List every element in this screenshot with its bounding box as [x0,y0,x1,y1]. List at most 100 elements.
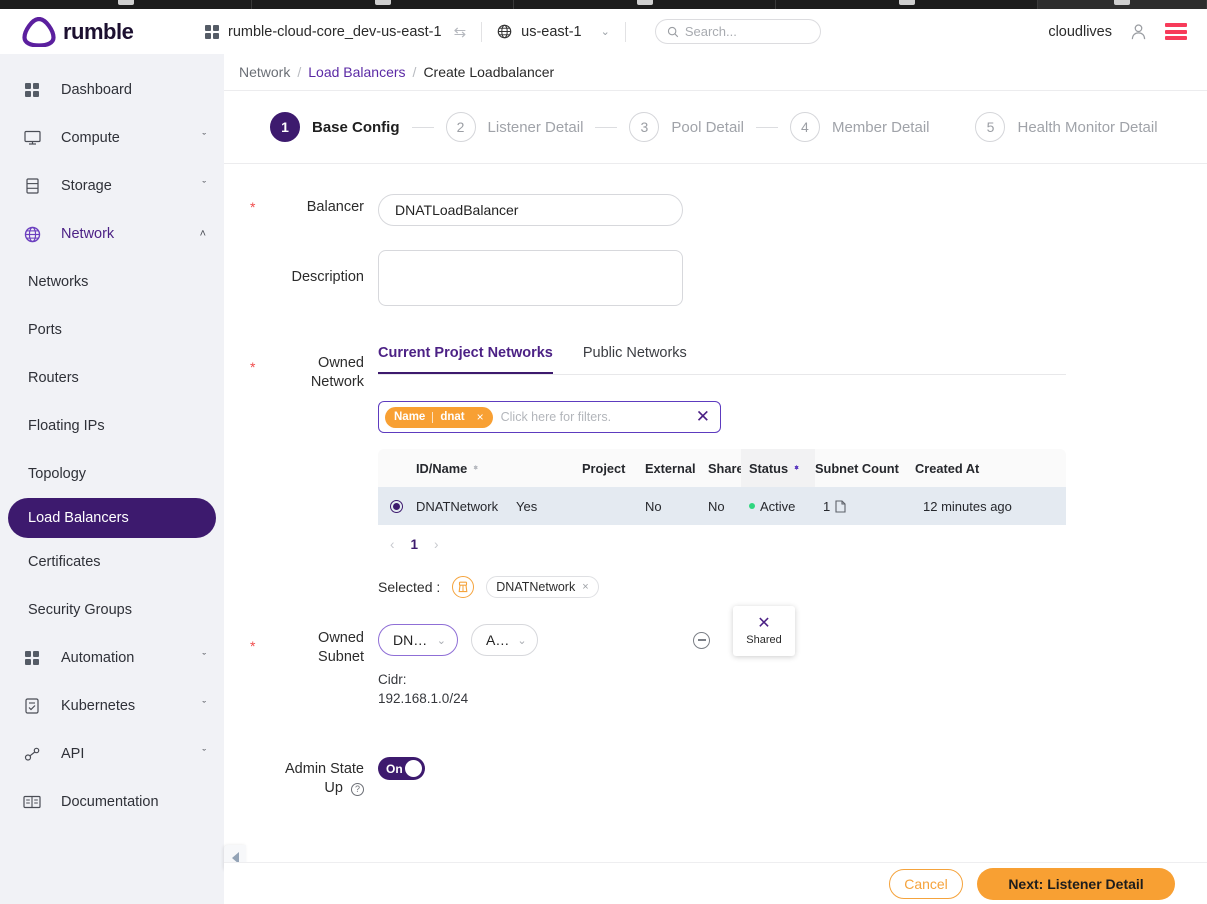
sidebar-item-storage[interactable]: Storage ˇ [0,162,224,210]
next-listener-detail-button[interactable]: Next: Listener Detail [977,867,1175,900]
admin-state-label-line2: Up ? [224,779,364,798]
required-asterisk: * [250,199,256,215]
filter-placeholder[interactable]: Click here for filters. [501,410,688,424]
ip-version-select[interactable]: A… ⌄ [471,624,538,656]
chevron-down-icon[interactable]: ˇ [202,748,206,760]
balancer-name-input[interactable] [378,194,683,226]
step-4-member-detail[interactable]: 4 Member Detail [789,112,930,142]
chevron-down-icon[interactable]: ˇ [202,700,206,712]
sidebar-item-ports[interactable]: Ports [0,306,224,354]
region-selector[interactable]: us-east-1 ⌄ [497,24,610,40]
sidebar-item-security-groups[interactable]: Security Groups [0,586,224,634]
search-input[interactable] [684,24,809,39]
browser-tab[interactable] [776,0,1038,9]
sidebar-item-networks[interactable]: Networks [0,258,224,306]
search-icon [667,26,679,37]
sidebar-item-documentation[interactable]: Documentation [0,778,224,826]
cell-created-at: 12 minutes ago [923,498,1012,514]
sidebar-item-label: Routers [28,370,79,386]
table-header-project[interactable]: Project [582,461,645,476]
table-header-created-at[interactable]: Created At [915,461,1045,476]
step-2-listener-detail[interactable]: 2 Listener Detail [445,112,583,142]
sidebar-item-topology[interactable]: Topology [0,450,224,498]
browser-tab[interactable] [252,0,514,9]
pagination: ‹ 1 › [378,537,1207,552]
pagination-prev[interactable]: ‹ [390,537,395,552]
help-icon[interactable]: ? [351,783,364,796]
step-1-base-config[interactable]: 1 Base Config [270,112,400,142]
sidebar-item-kubernetes[interactable]: Kubernetes ˇ [0,682,224,730]
shared-filter-popover[interactable]: ✕ Shared [733,606,795,656]
sidebar-item-network[interactable]: Network ˄ [0,210,224,258]
filter-chip-key: Name [394,411,426,423]
field-label: * Balancer [224,194,378,226]
tab-current-project-networks[interactable]: Current Project Networks [378,345,553,374]
radio-selected-icon[interactable] [390,499,403,513]
sidebar-item-api[interactable]: API ˇ [0,730,224,778]
clear-filters-icon[interactable]: ✕ [696,407,712,427]
step-5-health-monitor-detail[interactable]: 5 Health Monitor Detail [975,112,1158,142]
minus-circle-icon[interactable] [693,631,710,649]
close-icon[interactable]: × [582,581,588,593]
sidebar-item-floating-ips[interactable]: Floating IPs [0,402,224,450]
table-header-idname[interactable]: ID/Name ▲ ▼ [416,461,516,476]
avatar-icon[interactable] [1128,21,1149,42]
table-header-status[interactable]: Status ▲ ▼ [741,449,815,487]
filter-chip-name[interactable]: Name dnat × [385,406,493,428]
sort-icon[interactable]: ▲ ▼ [793,464,800,472]
filter-input-bar[interactable]: Name dnat × Click here for filters. ✕ [378,401,721,433]
browser-tab[interactable] [0,0,252,9]
step-connector [595,126,618,128]
project-selector[interactable]: rumble-cloud-core_dev-us-east-1 ⇆ [205,23,466,41]
table-header-subnet-count[interactable]: Subnet Count [815,461,915,476]
description-textarea[interactable] [378,250,683,306]
admin-state-toggle[interactable]: On [378,757,425,780]
close-icon[interactable]: × [472,410,489,424]
selected-chip[interactable]: DNATNetwork × [486,576,599,598]
row-radio[interactable] [378,499,416,513]
table-header-external[interactable]: External [645,461,708,476]
step-connector [411,126,434,128]
table-row[interactable]: DNATNetwork Yes No No Active 1 12 minute… [378,487,1066,525]
field-owned-network: * Owned Network Current Project Networks… [224,345,1207,598]
chevron-up-icon[interactable]: ˄ [200,228,206,240]
sidebar-item-load-balancers[interactable]: Load Balancers [8,498,216,538]
sidebar-item-compute[interactable]: Compute ˇ [0,114,224,162]
pagination-next[interactable]: › [434,537,439,552]
sidebar-item-certificates[interactable]: Certificates [0,538,224,586]
browser-tab[interactable] [514,0,776,9]
chevron-down-icon[interactable]: ˇ [202,132,206,144]
pagination-page-1[interactable]: 1 [411,537,419,552]
chevron-down-icon[interactable]: ˇ [202,652,206,664]
search-box[interactable] [654,19,821,44]
network-scope-tabs: Current Project Networks Public Networks [378,345,1066,375]
sidebar-item-automation[interactable]: Automation ˇ [0,634,224,682]
book-icon [22,795,42,809]
breadcrumb-link-load-balancers[interactable]: Load Balancers [308,64,405,80]
document-icon[interactable] [835,499,846,513]
sidebar-item-label: API [61,746,85,762]
step-label: Member Detail [831,118,930,136]
cell-external: No [645,498,662,514]
sort-icon[interactable]: ▲ ▼ [472,464,479,472]
rumble-logo-icon [22,16,56,47]
hamburger-menu-icon[interactable] [1165,23,1187,40]
chevron-down-icon[interactable]: ⌄ [601,25,610,38]
breadcrumb-root[interactable]: Network [239,64,290,80]
close-icon[interactable]: ✕ [757,616,770,632]
cancel-button[interactable]: Cancel [889,868,963,899]
brand-logo[interactable]: rumble [22,16,172,47]
chevron-down-icon[interactable]: ˇ [202,180,206,192]
swap-icon[interactable]: ⇆ [454,23,467,41]
sidebar-item-routers[interactable]: Routers [0,354,224,402]
grid-icon [205,24,219,39]
sidebar-item-label: Ports [28,322,62,338]
step-3-pool-detail[interactable]: 3 Pool Detail [629,112,744,142]
sidebar-item-dashboard[interactable]: Dashboard [0,66,224,114]
browser-tab-active[interactable] [1038,0,1207,9]
tab-public-networks[interactable]: Public Networks [583,345,687,374]
breadcrumb-separator: / [297,64,302,80]
sidebar-item-label: Certificates [28,554,101,570]
subnet-select[interactable]: DN… ⌄ [378,624,458,656]
clear-selection-icon[interactable] [452,576,475,598]
